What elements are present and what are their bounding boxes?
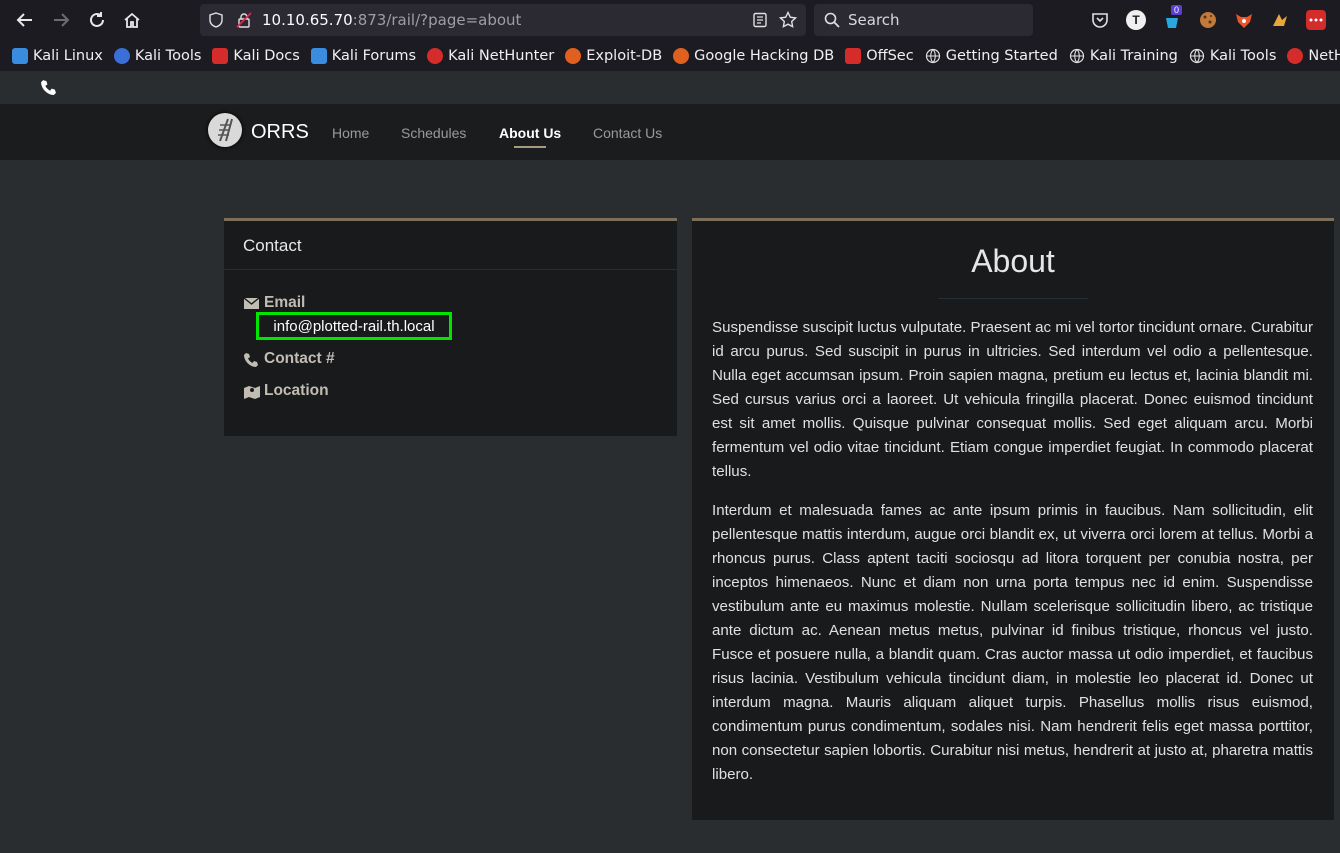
bookmark-item[interactable]: Kali Tools	[1189, 48, 1276, 64]
shield-icon	[208, 12, 224, 28]
search-placeholder: Search	[848, 11, 900, 29]
url-path: :873/rail/?page=about	[352, 11, 522, 29]
contact-number-label: Contact #	[264, 350, 335, 367]
bookmark-item[interactable]: Kali Tools	[113, 47, 201, 64]
email-label: Email	[264, 294, 306, 311]
about-heading: About	[971, 243, 1055, 279]
rail-logo-icon[interactable]	[208, 113, 242, 147]
bookmark-item[interactable]: NetHunter	[1287, 47, 1340, 64]
insecure-lock-icon	[236, 12, 252, 28]
site-brand[interactable]: ORRS	[251, 121, 309, 144]
browser-toolbar: 10.10.65.70:873/rail/?page=about Search …	[0, 0, 1340, 40]
about-paragraph-1: Suspendisse suscipit luctus vulputate. P…	[712, 319, 1313, 480]
bookmark-item[interactable]: Kali Forums	[310, 47, 416, 64]
bookmark-star-icon[interactable]	[778, 10, 798, 29]
search-icon	[824, 12, 840, 28]
url-host: 10.10.65.70	[262, 11, 353, 29]
about-paragraph-2: Interdum et malesuada fames ac ante ipsu…	[712, 502, 1313, 783]
nethunter-icon	[1287, 47, 1304, 64]
offsec-icon	[845, 47, 862, 64]
email-value[interactable]: info@plotted-rail.th.local	[256, 312, 452, 340]
phone-icon[interactable]	[40, 79, 57, 101]
nav-home[interactable]: Home	[332, 125, 369, 141]
bookmarks-bar: Kali Linux Kali Tools Kali Docs Kali For…	[0, 40, 1340, 71]
contact-card: Contact Email info@plotted-rail.th.local…	[224, 218, 677, 436]
location-label: Location	[264, 382, 329, 399]
about-card: About Suspendisse suscipit luctus vulput…	[692, 218, 1334, 820]
ghdb-icon	[673, 47, 690, 64]
nav-schedules[interactable]: Schedules	[401, 125, 466, 141]
cookie-icon[interactable]	[1198, 10, 1218, 30]
nav-contact-us[interactable]: Contact Us	[593, 125, 662, 141]
url-bar[interactable]: 10.10.65.70:873/rail/?page=about	[200, 4, 806, 36]
account-avatar-icon[interactable]: T	[1126, 10, 1146, 30]
kali-forums-icon	[310, 47, 327, 64]
pocket-icon[interactable]	[1090, 10, 1110, 30]
reader-view-icon[interactable]	[752, 12, 768, 28]
globe-icon	[1069, 48, 1085, 64]
site-top-strip	[0, 71, 1340, 104]
kali-tools-icon	[113, 47, 130, 64]
bookmark-item[interactable]: Exploit-DB	[565, 47, 662, 64]
bookmark-item[interactable]: Kali Training	[1069, 48, 1178, 64]
nav-about-us[interactable]: About Us	[499, 125, 561, 141]
bookmark-item[interactable]: Kali NetHunter	[427, 47, 554, 64]
location-row: Location	[243, 382, 329, 400]
globe-icon	[925, 48, 941, 64]
envelope-icon	[243, 296, 260, 310]
forward-icon[interactable]	[49, 8, 73, 32]
foxyproxy-icon[interactable]	[1234, 10, 1254, 30]
kali-docs-icon	[212, 47, 229, 64]
menu-dots-icon[interactable]	[1306, 10, 1326, 30]
globe-icon	[1189, 48, 1205, 64]
phone-icon	[243, 352, 260, 367]
bookmark-item[interactable]: Kali Docs	[212, 47, 300, 64]
nethunter-icon	[427, 47, 444, 64]
divider	[224, 269, 677, 270]
back-icon[interactable]	[13, 8, 37, 32]
wappalyzer-icon[interactable]	[1270, 10, 1290, 30]
extension-badge-count: 0	[1171, 5, 1183, 15]
bookmark-item[interactable]: Kali Linux	[12, 47, 103, 64]
home-icon[interactable]	[120, 8, 144, 32]
extension-badge-icon[interactable]: 0	[1162, 5, 1183, 30]
email-label-row: Email	[243, 294, 305, 312]
contact-card-title: Contact	[243, 236, 302, 255]
kali-dragon-icon	[12, 47, 28, 64]
search-bar[interactable]: Search	[814, 4, 1033, 36]
bookmark-item[interactable]: Getting Started	[925, 48, 1058, 64]
bookmark-item[interactable]: Google Hacking DB	[673, 47, 834, 64]
map-marker-icon	[243, 384, 260, 399]
active-nav-indicator	[514, 146, 546, 148]
bookmark-item[interactable]: OffSec	[845, 47, 914, 64]
exploit-db-icon	[565, 47, 582, 64]
heading-underline	[938, 298, 1088, 299]
contact-number-row: Contact #	[243, 350, 335, 368]
reload-icon[interactable]	[85, 8, 109, 32]
site-navbar: ORRS Home Schedules About Us Contact Us	[0, 104, 1340, 160]
